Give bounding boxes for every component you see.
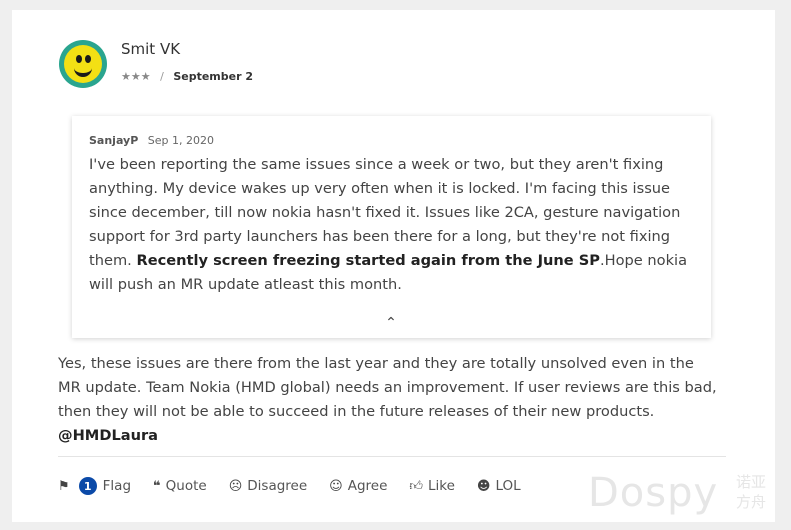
watermark-cn-line-2: 方舟	[736, 493, 767, 511]
agree-button[interactable]: ☺ Agree	[329, 478, 387, 494]
laughing-face-icon: ☻	[476, 478, 491, 494]
divider	[58, 456, 726, 457]
flag-button[interactable]: ⚑ 1 Flag	[58, 477, 131, 495]
flag-icon: ⚑	[58, 478, 70, 494]
quote-label: Quote	[165, 478, 207, 494]
quote-text-bold: Recently screen freezing started again f…	[136, 252, 600, 269]
flag-count-badge: 1	[78, 477, 97, 495]
author-name[interactable]: Smit VK	[121, 40, 180, 58]
quote-author[interactable]: SanjayP	[89, 134, 138, 147]
avatar[interactable]	[59, 40, 107, 88]
like-button[interactable]: 👍︎ Like	[409, 478, 455, 494]
post-date[interactable]: September 2	[173, 70, 253, 83]
watermark-logo: Dospy	[588, 470, 719, 516]
smiley-icon	[64, 45, 102, 83]
disagree-label: Disagree	[247, 478, 308, 494]
disagree-button[interactable]: ☹ Disagree	[229, 478, 307, 494]
comment-header: Smit VK ★★★ / September 2	[59, 40, 459, 92]
quote-date: Sep 1, 2020	[147, 134, 214, 147]
agree-label: Agree	[347, 478, 388, 494]
like-label: Like	[427, 478, 455, 494]
watermark-cn-line-1: 诺亚	[736, 473, 767, 491]
thumbs-up-icon: 👍︎	[409, 478, 423, 494]
quote-header: SanjayP Sep 1, 2020	[89, 134, 214, 147]
quote-icon: ❝	[153, 478, 161, 494]
flag-label: Flag	[102, 478, 132, 494]
reaction-bar: ⚑ 1 Flag ❝ Quote ☹ Disagree ☺ Agree 👍︎ L…	[58, 474, 543, 498]
rank-stars: ★★★	[121, 70, 151, 83]
agree-face-icon: ☺	[329, 478, 343, 494]
disagree-face-icon: ☹	[228, 478, 243, 494]
lol-button[interactable]: ☻ LOL	[477, 478, 521, 494]
quoted-post: SanjayP Sep 1, 2020 I've been reporting …	[72, 116, 711, 338]
post-meta: ★★★ / September 2	[121, 70, 253, 83]
comment-card: Smit VK ★★★ / September 2 SanjayP Sep 1,…	[12, 10, 775, 522]
collapse-chevron-icon[interactable]: ⌃	[381, 315, 401, 331]
user-mention[interactable]: @HMDLaura	[58, 427, 158, 444]
lol-label: LOL	[495, 478, 521, 494]
meta-separator: /	[160, 70, 164, 83]
quote-button[interactable]: ❝ Quote	[153, 478, 207, 494]
quote-text: I've been reporting the same issues sinc…	[89, 153, 699, 297]
watermark-chinese: 诺亚 方舟	[736, 472, 766, 512]
reply-text: Yes, these issues are there from the las…	[58, 352, 718, 448]
reply-body: Yes, these issues are there from the las…	[58, 355, 717, 420]
